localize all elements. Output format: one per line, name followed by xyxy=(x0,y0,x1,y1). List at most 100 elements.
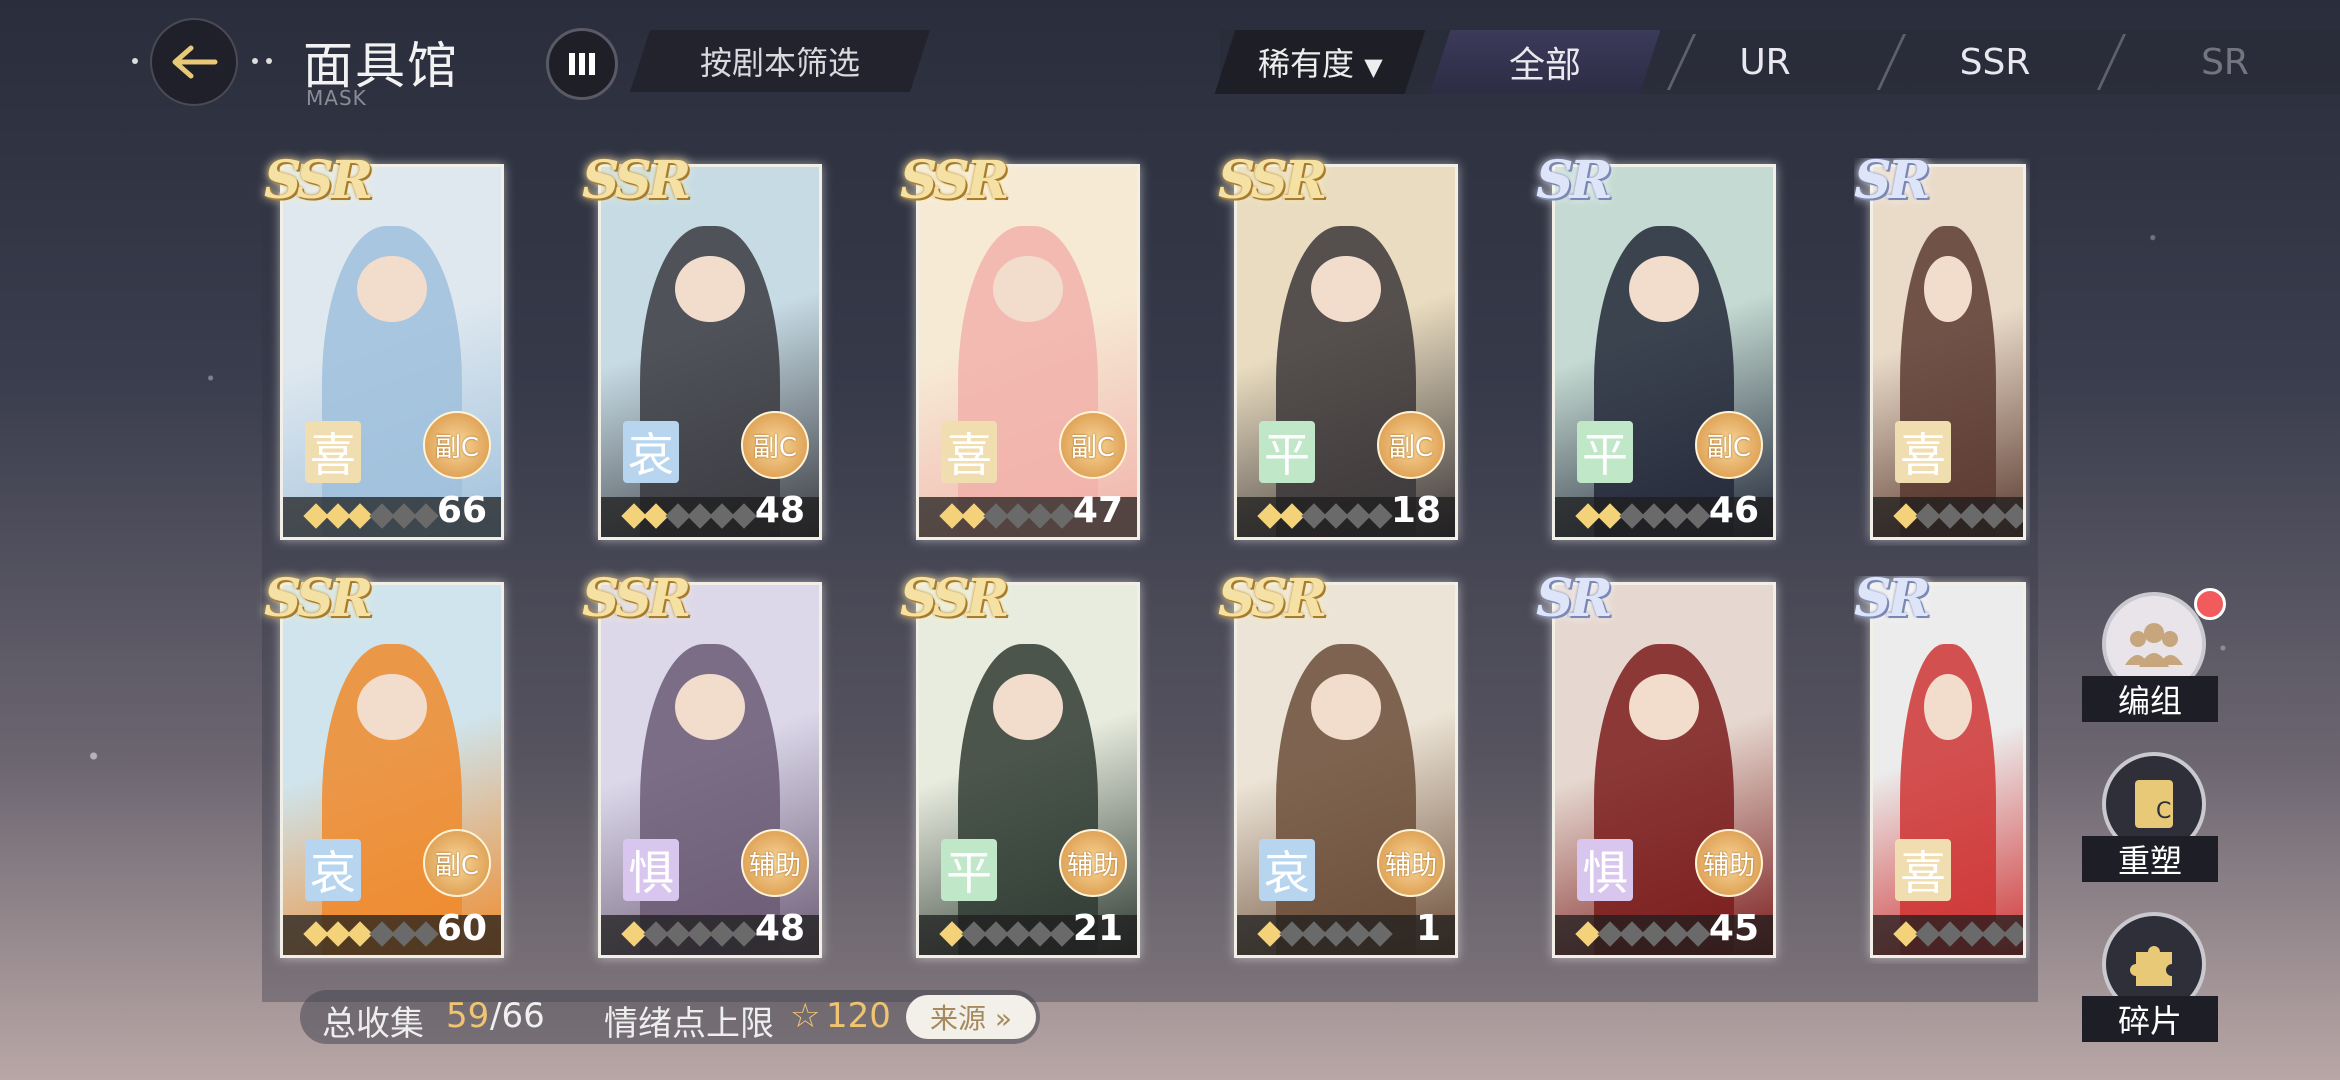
notification-badge xyxy=(2194,588,2226,620)
rank-star-icon xyxy=(413,921,439,947)
reshape-button[interactable]: C 重塑 xyxy=(2082,752,2218,882)
role-badge: 副C xyxy=(741,411,809,479)
card-frame: 喜 xyxy=(1870,164,2026,540)
emotion-tag: 平 xyxy=(941,839,997,901)
mask-card[interactable]: 惧 辅助 48 SSR xyxy=(582,568,826,964)
rarity-badge: SSR xyxy=(900,150,1009,211)
emotion-tag: 喜 xyxy=(941,421,997,483)
rank-star-icon xyxy=(1049,921,1075,947)
role-badge: 辅助 xyxy=(1695,829,1763,897)
rank-stars xyxy=(1257,503,1393,529)
role-badge: 副C xyxy=(1695,411,1763,479)
role-badge: 辅助 xyxy=(741,829,809,897)
emotion-tag: 哀 xyxy=(1259,839,1315,901)
emotion-star-icon: ☆ xyxy=(790,996,821,1036)
role-badge: 副C xyxy=(423,829,491,897)
mask-card[interactable]: 平 辅助 21 SSR xyxy=(900,568,1144,964)
emotion-tag: 平 xyxy=(1577,421,1633,483)
tab-all[interactable]: 全部 xyxy=(1429,30,1661,94)
role-badge: 副C xyxy=(1377,411,1445,479)
rank-stars xyxy=(621,921,757,947)
card-icon: C xyxy=(2135,780,2173,828)
tab-sr[interactable]: SR xyxy=(2120,30,2330,94)
character-face xyxy=(1311,255,1381,323)
back-arrow-icon xyxy=(172,45,218,79)
pause-icon-bar xyxy=(589,53,595,75)
card-frame: 平 副C 18 xyxy=(1234,164,1458,540)
character-face xyxy=(1629,673,1699,741)
rarity-badge: SSR xyxy=(900,568,1009,629)
card-level: 47 xyxy=(1072,490,1123,531)
mask-card[interactable]: 平 副C 46 SR xyxy=(1536,150,1780,546)
mask-card[interactable]: 惧 辅助 45 SR xyxy=(1536,568,1780,964)
tab-ur[interactable]: UR xyxy=(1660,30,1870,94)
rarity-badge: SR xyxy=(1854,158,1931,211)
mask-card[interactable]: 喜 SR xyxy=(1854,158,2030,546)
card-frame: 喜 副C 66 xyxy=(280,164,504,540)
character-face xyxy=(357,673,427,741)
rarity-badge: SR xyxy=(1536,150,1613,211)
rank-stars xyxy=(303,503,439,529)
rarity-sort-dropdown[interactable]: 稀有度 ▼ xyxy=(1214,30,1426,94)
card-level: 60 xyxy=(436,908,487,949)
rank-star-icon xyxy=(2003,503,2023,529)
tab-ssr[interactable]: SSR xyxy=(1890,30,2100,94)
svg-text:C: C xyxy=(2156,799,2171,824)
emotion-tag: 惧 xyxy=(623,839,679,901)
card-frame: 哀 辅助 1 xyxy=(1234,582,1458,958)
card-level: 1 xyxy=(1415,908,1441,949)
source-button[interactable]: 来源 » xyxy=(906,995,1036,1039)
tab-ssr-label: SSR xyxy=(1959,41,2031,83)
rarity-badge: SSR xyxy=(582,150,691,211)
fragment-button[interactable]: 碎片 xyxy=(2082,912,2218,1042)
pause-button[interactable] xyxy=(546,28,618,100)
rank-stars xyxy=(1893,503,2023,529)
rank-stars xyxy=(1893,921,2023,947)
mask-card[interactable]: 喜 副C 47 SSR xyxy=(900,150,1144,546)
rarity-sort-label: 稀有度 xyxy=(1257,45,1354,83)
rank-star-icon xyxy=(1049,503,1075,529)
character-face xyxy=(675,673,745,741)
character-face xyxy=(675,255,745,323)
card-level: 48 xyxy=(754,908,805,949)
character-face xyxy=(357,255,427,323)
rank-star-icon xyxy=(731,503,757,529)
emotion-tag: 喜 xyxy=(1895,421,1951,483)
collect-total: /66 xyxy=(490,996,545,1036)
card-frame: 哀 副C 48 xyxy=(598,164,822,540)
character-face xyxy=(1924,673,1972,741)
card-level: 21 xyxy=(1072,908,1123,949)
collect-owned: 59 xyxy=(446,996,490,1036)
tab-ur-label: UR xyxy=(1739,41,1791,83)
role-badge: 辅助 xyxy=(1059,829,1127,897)
dropdown-triangle-icon: ▼ xyxy=(1363,53,1383,81)
pause-icon-bar xyxy=(579,53,585,75)
character-face xyxy=(1629,255,1699,323)
rank-star-icon xyxy=(1367,921,1393,947)
mask-card[interactable]: 喜 副C 66 SSR xyxy=(264,150,508,546)
card-level: 66 xyxy=(436,490,487,531)
filter-by-script-button[interactable]: 按剧本筛选 xyxy=(629,30,931,92)
filter-by-script-label: 按剧本筛选 xyxy=(699,44,860,82)
rarity-badge: SSR xyxy=(264,568,373,629)
emotion-tag: 惧 xyxy=(1577,839,1633,901)
emotion-tag: 哀 xyxy=(623,421,679,483)
back-button[interactable] xyxy=(150,18,238,106)
card-frame: 喜 副C 47 xyxy=(916,164,1140,540)
card-level: 45 xyxy=(1708,908,1759,949)
fragment-button-label: 碎片 xyxy=(2082,996,2218,1042)
puzzle-icon xyxy=(2130,946,2172,986)
rank-star-icon xyxy=(413,503,439,529)
mask-card[interactable]: 平 副C 18 SSR xyxy=(1218,150,1462,546)
emotion-tag: 喜 xyxy=(305,421,361,483)
rarity-badge: SSR xyxy=(264,150,373,211)
card-frame: 平 辅助 21 xyxy=(916,582,1140,958)
mask-card[interactable]: 喜 SR xyxy=(1854,576,2030,964)
mask-card[interactable]: 哀 辅助 1 SSR xyxy=(1218,568,1462,964)
team-button[interactable]: 编组 xyxy=(2082,588,2226,722)
rank-stars xyxy=(939,503,1075,529)
mask-card[interactable]: 哀 副C 48 SSR xyxy=(582,150,826,546)
rank-stars xyxy=(303,921,439,947)
mask-card[interactable]: 哀 副C 60 SSR xyxy=(264,568,508,964)
character-face xyxy=(993,255,1063,323)
